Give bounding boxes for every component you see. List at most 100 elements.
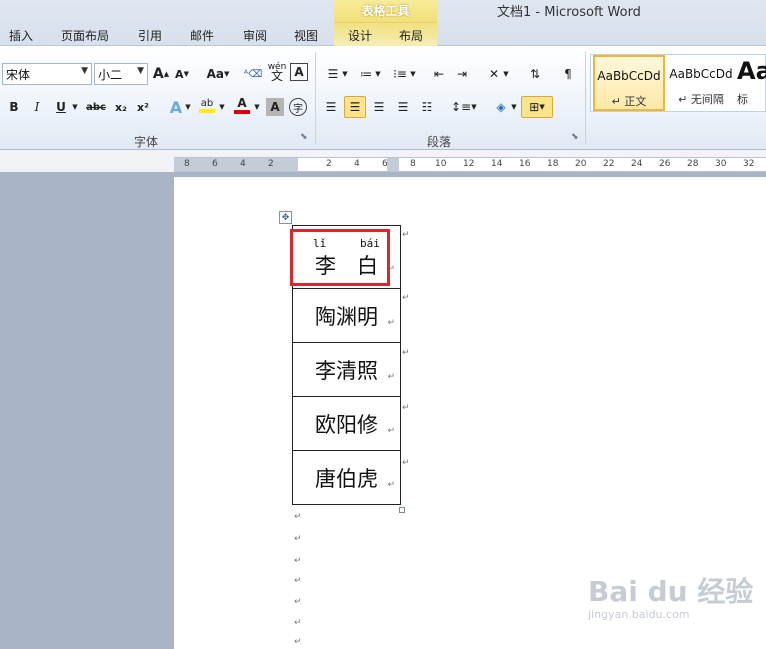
group-divider	[315, 52, 316, 144]
font-color-dropdown[interactable]: ▼	[252, 96, 262, 118]
chevron-down-icon: ▼	[219, 103, 225, 111]
chevron-down-icon: ▼	[511, 103, 517, 111]
enclose-characters-button[interactable]: 字	[289, 98, 307, 116]
shrink-font-icon: A	[175, 67, 184, 81]
bullets-icon: ☰	[327, 67, 339, 81]
bold-button[interactable]: B	[3, 96, 25, 118]
chevron-down-icon: ▼	[539, 103, 545, 111]
tab-layout[interactable]: 布局	[399, 27, 423, 44]
underline-icon: U	[56, 100, 66, 114]
font-size-combo[interactable]: 小二 ▼	[94, 63, 148, 85]
sort-button[interactable]: ⇅	[524, 63, 546, 85]
style-name: ↵ 正文	[611, 95, 647, 108]
table-cell[interactable]: 欧阳修 ↵	[292, 396, 401, 451]
tab-mailings[interactable]: 邮件	[190, 27, 214, 44]
table-cell[interactable]: 唐伯虎 ↵	[292, 450, 401, 505]
decrease-indent-button[interactable]: ⇤	[428, 63, 450, 85]
bullets-dropdown[interactable]: ▼	[340, 63, 350, 85]
align-left-button[interactable]: ☰	[320, 96, 342, 118]
tab-review[interactable]: 审阅	[243, 27, 267, 44]
table-cell[interactable]: 李清照 ↵	[292, 342, 401, 397]
baidu-watermark: Bai du 经验 jingyan.baidu.com	[588, 570, 753, 621]
font-name-value: 宋体	[6, 68, 31, 82]
multilevel-list-dropdown[interactable]: ▼	[408, 63, 418, 85]
tab-references[interactable]: 引用	[138, 27, 162, 44]
distributed-button[interactable]: ☷	[416, 96, 438, 118]
style-no-spacing[interactable]: AaBbCcDd ↵ 无间隔	[665, 55, 737, 111]
grow-font-icon: A	[152, 66, 164, 82]
font-dialog-launcher-icon[interactable]: ⬊	[300, 132, 308, 142]
increase-indent-button[interactable]: ⇥	[451, 63, 473, 85]
chevron-down-icon[interactable]: ▼	[81, 66, 88, 76]
chinese-layout-dropdown[interactable]: ▼	[501, 63, 511, 85]
font-color-button[interactable]: A	[231, 94, 253, 116]
shading-dropdown[interactable]: ▼	[509, 96, 519, 118]
ruler-label: 26	[659, 159, 671, 169]
grow-font-button[interactable]: A ▲	[150, 63, 172, 85]
chevron-down-icon: ▼	[72, 103, 78, 111]
style-sample: Aa	[737, 57, 766, 85]
window-title: 文档1 - Microsoft Word	[497, 5, 641, 20]
paragraph-mark-icon: ↵	[294, 576, 302, 586]
character-border-button[interactable]: A	[290, 63, 308, 81]
styles-gallery: AaBbCcDd ↵ 正文 AaBbCcDd ↵ 无间隔 Aa 标	[590, 54, 766, 112]
style-normal[interactable]: AaBbCcDd ↵ 正文	[593, 55, 665, 111]
tab-insert[interactable]: 插入	[9, 27, 33, 44]
horizontal-ruler[interactable]: 8 6 4 2 2 4 6 8 10 12 14 16 18 20 22 24 …	[174, 157, 766, 172]
return-mark-icon: ↵	[387, 426, 395, 436]
shrink-font-button[interactable]: A ▼	[171, 63, 193, 85]
superscript-button[interactable]: x²	[132, 96, 154, 118]
tab-view[interactable]: 视图	[294, 27, 318, 44]
highlight-dropdown[interactable]: ▼	[217, 96, 227, 118]
superscript-icon: x²	[137, 100, 149, 114]
style-heading[interactable]: Aa 标	[737, 55, 766, 111]
row-end-mark-icon: ↵	[402, 458, 410, 468]
chevron-down-icon: ▼	[503, 70, 509, 78]
ruler-label: 24	[631, 159, 643, 169]
line-spacing-dropdown[interactable]: ▼	[469, 96, 479, 118]
subscript-icon: x₂	[115, 100, 127, 114]
numbering-icon: ≔	[360, 67, 372, 81]
row-end-mark-icon: ↵	[402, 293, 410, 303]
chevron-down-icon[interactable]: ▼	[137, 66, 144, 76]
strikethrough-button[interactable]: abc	[84, 96, 108, 118]
justify-icon: ☰	[397, 100, 409, 114]
phonetic-guide-button[interactable]: wén 文	[266, 61, 288, 83]
ruler-label: 32	[743, 159, 755, 169]
ruler-label: 14	[491, 159, 503, 169]
paint-bucket-icon: ◈	[496, 100, 506, 114]
subscript-button[interactable]: x₂	[110, 96, 132, 118]
cell-text: 欧阳修	[315, 412, 378, 437]
tab-page-layout[interactable]: 页面布局	[61, 27, 109, 44]
paragraph-mark-icon: ↵	[294, 512, 302, 522]
italic-button[interactable]: I	[26, 96, 48, 118]
font-name-combo[interactable]: 宋体 ▼	[2, 63, 92, 85]
table-cell[interactable]: 陶渊明 ↵	[292, 288, 401, 343]
table-resize-handle[interactable]	[399, 507, 405, 513]
ruler-label: 30	[715, 159, 727, 169]
ruler-column-marker[interactable]	[387, 158, 399, 171]
highlight-button[interactable]: ab	[196, 94, 218, 116]
character-shading-icon: A	[270, 100, 280, 114]
show-marks-button[interactable]: ¶	[557, 63, 579, 85]
align-right-button[interactable]: ☰	[368, 96, 390, 118]
borders-button[interactable]: ⊞ ▼	[521, 96, 553, 118]
character-shading-button[interactable]: A	[266, 98, 284, 116]
tab-design[interactable]: 设计	[348, 27, 372, 44]
justify-button[interactable]: ☰	[392, 96, 414, 118]
underline-dropdown[interactable]: ▼	[70, 96, 80, 118]
table-move-handle-icon[interactable]: ✥	[279, 211, 292, 224]
ruler-label: 12	[463, 159, 475, 169]
decrease-indent-icon: ⇤	[433, 67, 445, 81]
paragraph-dialog-launcher-icon[interactable]: ⬊	[571, 132, 579, 142]
underline-button[interactable]: U	[50, 96, 72, 118]
ruler-label: 22	[603, 159, 615, 169]
table-row: 陶渊明 ↵	[292, 288, 401, 343]
change-case-button[interactable]: Aa ▼	[203, 63, 233, 85]
align-center-button[interactable]: ☰	[344, 96, 366, 118]
group-divider	[585, 52, 586, 144]
return-mark-icon: ↵	[387, 372, 395, 382]
clear-format-button[interactable]: ᴬ⌫	[242, 63, 264, 85]
numbering-dropdown[interactable]: ▼	[373, 63, 383, 85]
text-effects-dropdown[interactable]: ▼	[183, 96, 193, 118]
